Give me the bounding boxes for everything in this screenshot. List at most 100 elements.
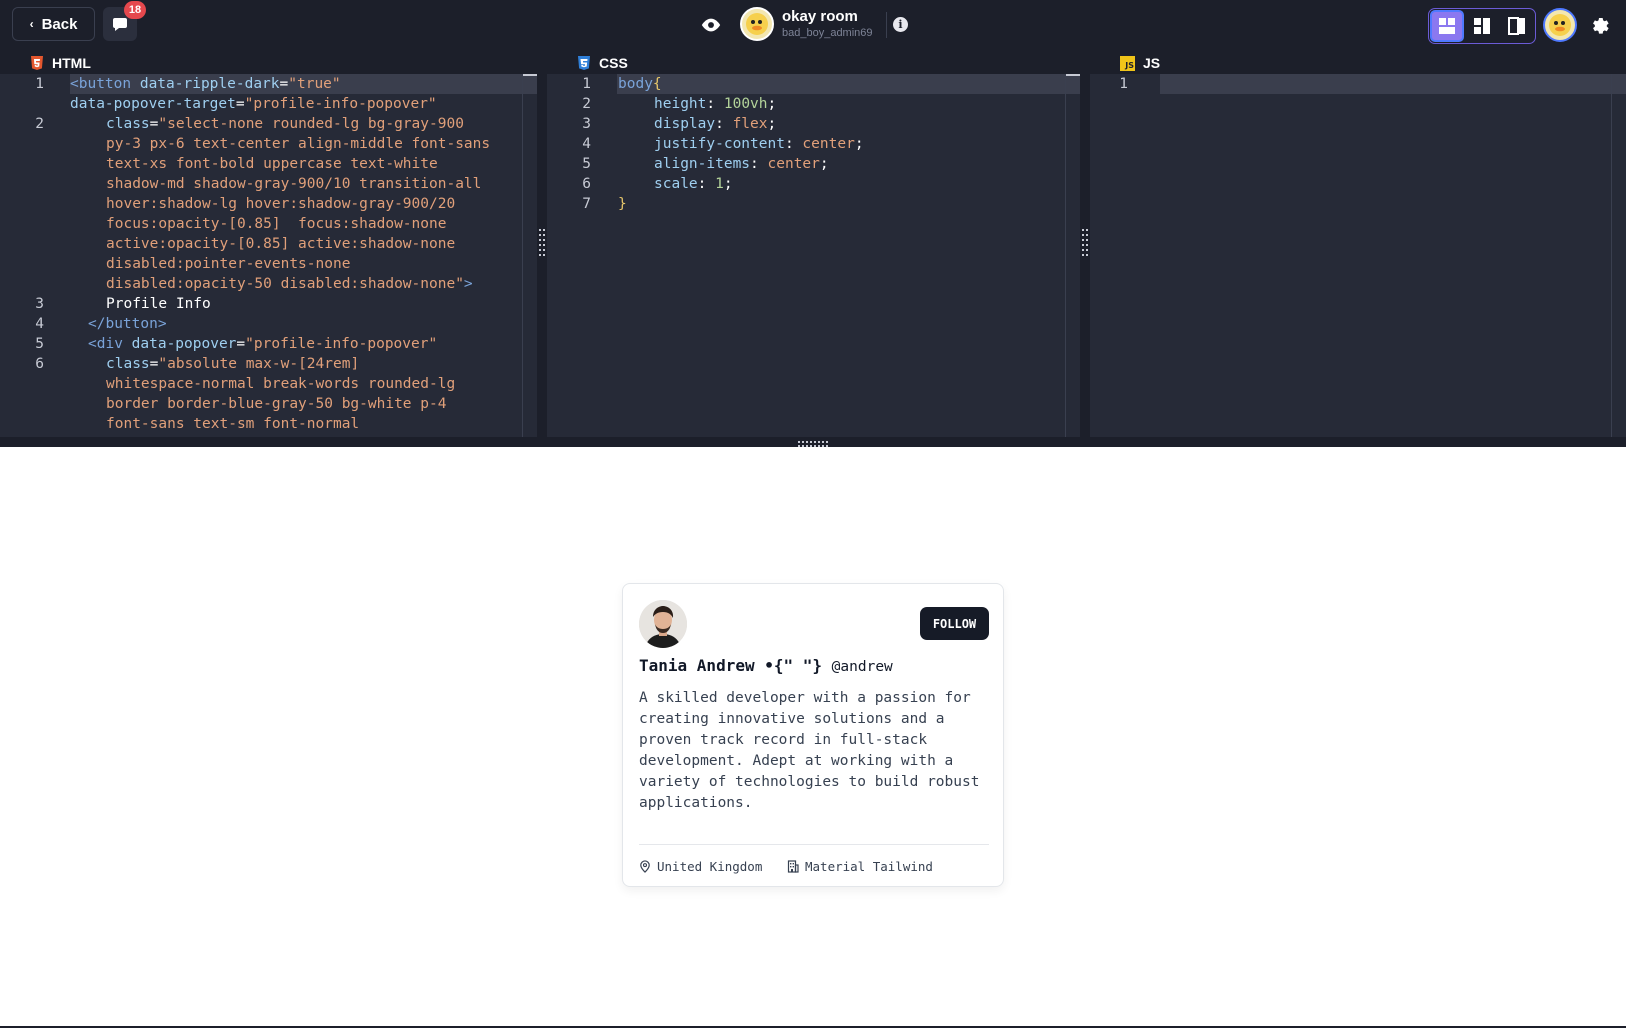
- js-editor-pane[interactable]: JS JS 1: [1090, 52, 1626, 437]
- layout-switcher: [1428, 8, 1536, 44]
- preview-pane: FOLLOW Tania Andrew •{" "} @andrew A ski…: [0, 447, 1626, 1028]
- sidebar-layout-icon: [1474, 18, 1490, 34]
- code-line: }: [618, 196, 627, 212]
- notification-badge: 18: [124, 1, 146, 19]
- code-line: shadow-md shadow-gray-900/10 transition-…: [106, 176, 482, 192]
- divider: [639, 844, 989, 845]
- back-button[interactable]: ‹ Back: [12, 7, 95, 41]
- line-number: 2: [582, 96, 591, 112]
- eye-icon[interactable]: [700, 14, 722, 36]
- info-icon[interactable]: i: [893, 17, 908, 32]
- js-pane-header: JS JS: [1090, 52, 1626, 74]
- html-pane-header: HTML: [0, 52, 537, 74]
- css-pane-header: CSS: [547, 52, 1080, 74]
- code-line: align-items: center;: [654, 156, 829, 172]
- css3-icon: [578, 56, 590, 70]
- grid-layout-button[interactable]: [1430, 10, 1464, 42]
- code-line: font-sans text-sm font-normal: [106, 416, 360, 432]
- code-line: hover:shadow-lg hover:shadow-gray-900/20: [106, 196, 456, 212]
- map-pin-icon: [640, 860, 650, 873]
- line-number: 6: [35, 356, 44, 372]
- line-number: 4: [35, 316, 44, 332]
- code-line: </button>: [88, 316, 167, 332]
- scrollbar-thumb[interactable]: [523, 74, 537, 76]
- profile-card: FOLLOW Tania Andrew •{" "} @andrew A ski…: [622, 583, 1004, 887]
- room-title: okay room: [782, 8, 858, 25]
- code-line: justify-content: center;: [654, 136, 864, 152]
- code-line: disabled:pointer-events-none: [106, 256, 351, 272]
- css-editor-pane[interactable]: CSS 1 2 3 4 5 6 7 body{ height: 100vh; d…: [547, 52, 1080, 437]
- code-line: Profile Info: [106, 296, 211, 312]
- room-avatar: [740, 7, 774, 41]
- location-text: United Kingdom: [657, 859, 763, 874]
- chevron-left-icon: ‹: [29, 17, 34, 31]
- html-editor-pane[interactable]: HTML 1 2 3 4 5 6 <button data-ripple-dar…: [0, 52, 537, 437]
- code-line: focus:opacity-[0.85] focus:shadow-none: [106, 216, 447, 232]
- code-line: text-xs font-bold uppercase text-white: [106, 156, 438, 172]
- avatar: [639, 600, 687, 648]
- line-number: 4: [582, 136, 591, 152]
- scrollbar-thumb[interactable]: [1066, 74, 1080, 76]
- code-line: scale: 1;: [654, 176, 733, 192]
- line-number: 3: [582, 116, 591, 132]
- profile-name: Tania Andrew •{" "} @andrew: [639, 656, 893, 675]
- code-line: body{: [618, 76, 662, 92]
- line-number: 5: [582, 156, 591, 172]
- duck-emoji-icon: [746, 13, 768, 35]
- building-icon: [787, 860, 799, 873]
- sidebar-layout-button[interactable]: [1465, 10, 1499, 42]
- css-pane-title: CSS: [599, 55, 628, 71]
- line-number: 1: [35, 76, 44, 92]
- line-number: 6: [582, 176, 591, 192]
- back-button-label: Back: [41, 15, 78, 33]
- html-code[interactable]: 1 2 3 4 5 6 <button data-ripple-dark="tr…: [0, 74, 537, 437]
- code-line: py-3 px-6 text-center align-middle font-…: [106, 136, 491, 152]
- html-pane-title: HTML: [52, 55, 91, 71]
- follow-button[interactable]: FOLLOW: [920, 607, 989, 640]
- scrollbar[interactable]: [1065, 74, 1066, 437]
- grid-layout-icon: [1439, 18, 1455, 34]
- profile-name-text: Tania Andrew •{" "}: [639, 656, 823, 675]
- code-line: <div data-popover="profile-info-popover": [88, 336, 438, 352]
- top-bar: ‹ Back 18 okay room bad_boy_admin69 i: [0, 0, 1626, 52]
- code-line: whitespace-normal break-words rounded-lg: [106, 376, 456, 392]
- scrollbar[interactable]: [1611, 74, 1612, 437]
- line-number: 2: [35, 116, 44, 132]
- split-layout-icon: [1508, 17, 1525, 35]
- divider: [886, 12, 887, 38]
- room-owner: bad_boy_admin69: [782, 27, 873, 39]
- code-line: class="select-none rounded-lg bg-gray-90…: [106, 116, 464, 132]
- profile-handle: @andrew: [831, 659, 893, 675]
- js-icon: JS: [1120, 55, 1135, 71]
- code-line: display: flex;: [654, 116, 777, 132]
- css-code[interactable]: 1 2 3 4 5 6 7 body{ height: 100vh; displ…: [547, 74, 1080, 437]
- location-meta: United Kingdom: [639, 859, 762, 874]
- chat-bubble-icon: [113, 18, 127, 31]
- code-line: <button data-ripple-dark="true": [70, 76, 341, 92]
- code-line: height: 100vh;: [654, 96, 777, 112]
- resize-handle[interactable]: [537, 227, 547, 259]
- code-line: border border-blue-gray-50 bg-white p-4: [106, 396, 447, 412]
- code-line: class="absolute max-w-[24rem]: [106, 356, 360, 372]
- scrollbar[interactable]: [522, 74, 523, 437]
- active-line-highlight: [617, 74, 1080, 94]
- split-layout-button[interactable]: [1500, 10, 1534, 42]
- editor-area: HTML 1 2 3 4 5 6 <button data-ripple-dar…: [0, 52, 1626, 447]
- user-avatar[interactable]: [1543, 8, 1577, 42]
- company-meta: Material Tailwind: [787, 859, 933, 874]
- profile-bio: A skilled developer with a passion for c…: [639, 690, 980, 811]
- line-number: 3: [35, 296, 44, 312]
- code-line: active:opacity-[0.85] active:shadow-none: [106, 236, 456, 252]
- code-line: disabled:opacity-50 disabled:shadow-none…: [106, 276, 473, 292]
- line-number: 5: [35, 336, 44, 352]
- gear-icon[interactable]: [1588, 13, 1610, 35]
- html5-icon: [31, 56, 43, 70]
- line-number: 7: [582, 196, 591, 212]
- js-pane-title: JS: [1143, 55, 1161, 71]
- resize-handle[interactable]: [1080, 227, 1090, 259]
- duck-emoji-icon: [1549, 14, 1571, 36]
- person-photo: [639, 600, 687, 648]
- company-text: Material Tailwind: [805, 859, 933, 874]
- line-number: 1: [1119, 76, 1128, 92]
- js-code[interactable]: 1: [1090, 74, 1626, 437]
